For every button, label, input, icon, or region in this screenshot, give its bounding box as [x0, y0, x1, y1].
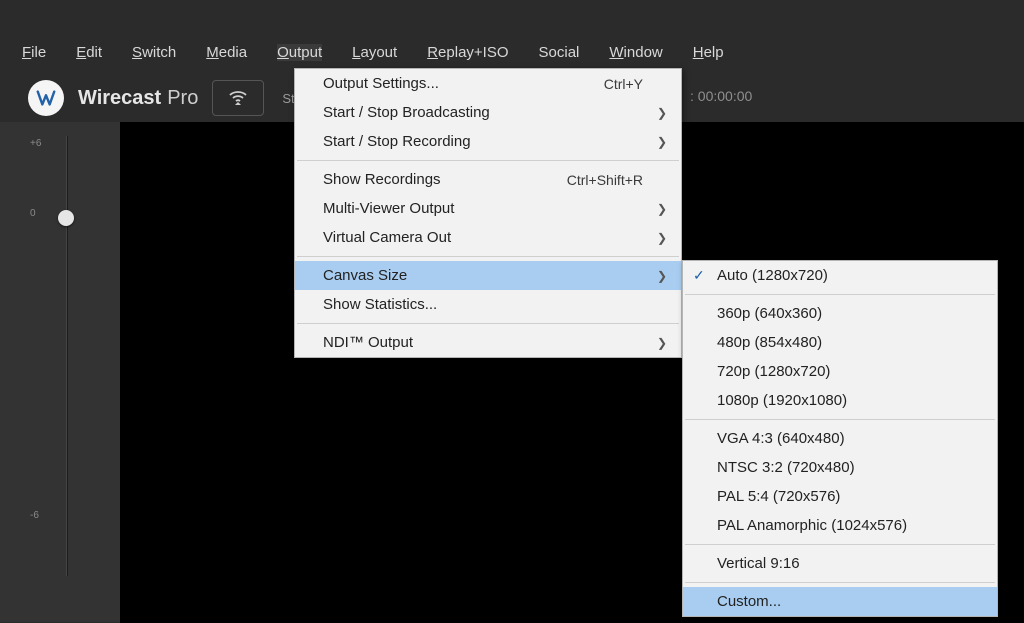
submenu-item-720p-1280x720[interactable]: 720p (1280x720): [683, 357, 997, 386]
submenu-item-vga-4-3-640x480[interactable]: VGA 4:3 (640x480): [683, 424, 997, 453]
menu-switch[interactable]: Switch: [132, 44, 176, 61]
submenu-item-1080p-1920x1080[interactable]: 1080p (1920x1080): [683, 386, 997, 415]
output-menu: Output Settings...Ctrl+YStart / Stop Bro…: [294, 68, 682, 358]
submenu-item-auto-1280x720[interactable]: ✓ Auto (1280x720): [683, 261, 997, 290]
toolbar: Wirecast Pro St: [28, 78, 295, 118]
check-icon: ✓: [693, 267, 705, 284]
menu-separator: [297, 323, 679, 324]
submenu-item-480p-854x480[interactable]: 480p (854x480): [683, 328, 997, 357]
audio-tick: 0: [30, 208, 36, 219]
audio-slider-track[interactable]: [66, 136, 68, 576]
menu-item-virtual-camera-out[interactable]: Virtual Camera Out❯: [295, 223, 681, 252]
submenu-item-label: Auto (1280x720): [717, 267, 828, 284]
menu-item-label: Output Settings...: [323, 75, 604, 92]
submenu-item-label: PAL Anamorphic (1024x576): [717, 517, 907, 534]
canvas-size-submenu: ✓ Auto (1280x720) 360p (640x360) 480p (854x…: [682, 260, 998, 617]
submenu-item-label: 360p (640x360): [717, 305, 822, 322]
submenu-item-label: Vertical 9:16: [717, 555, 800, 572]
chevron-right-icon: ❯: [657, 202, 667, 216]
submenu-item-vertical-9-16[interactable]: Vertical 9:16: [683, 549, 997, 578]
menu-separator: [685, 582, 995, 583]
status-prefix: St: [282, 91, 294, 106]
menu-item-label: Show Recordings: [323, 171, 567, 188]
app-title: Wirecast Pro: [78, 87, 198, 110]
app-title-suffix: Pro: [167, 87, 198, 110]
menu-separator: [297, 256, 679, 257]
menu-item-show-statistics[interactable]: Show Statistics...: [295, 290, 681, 319]
timecode-display: : 00:00:00: [690, 88, 752, 104]
menu-media[interactable]: Media: [206, 44, 247, 61]
submenu-item-label: Custom...: [717, 593, 781, 610]
chevron-right-icon: ❯: [657, 231, 667, 245]
menu-item-multi-viewer-output[interactable]: Multi-Viewer Output❯: [295, 194, 681, 223]
menu-replay-iso[interactable]: Replay+ISO: [427, 44, 508, 61]
menu-file[interactable]: File: [22, 44, 46, 61]
menu-item-ndi-output[interactable]: NDI™ Output❯: [295, 328, 681, 357]
menu-item-label: Show Statistics...: [323, 296, 665, 313]
submenu-item-pal-5-4-720x576[interactable]: PAL 5:4 (720x576): [683, 482, 997, 511]
submenu-item-label: PAL 5:4 (720x576): [717, 488, 840, 505]
menu-layout[interactable]: Layout: [352, 44, 397, 61]
menu-item-label: Start / Stop Broadcasting: [323, 104, 665, 121]
audio-rail: » +60-6: [0, 122, 120, 622]
app-logo-icon: [28, 80, 64, 116]
menu-edit[interactable]: Edit: [76, 44, 102, 61]
audio-tick: +6: [30, 138, 41, 149]
timecode-text: : 00:00:00: [690, 88, 752, 104]
audio-slider-knob[interactable]: [58, 210, 74, 226]
app-title-name: Wirecast: [78, 87, 161, 110]
chevron-right-icon: ❯: [657, 135, 667, 149]
menu-social[interactable]: Social: [539, 44, 580, 61]
menu-item-start-stop-broadcasting[interactable]: Start / Stop Broadcasting❯: [295, 98, 681, 127]
menu-item-label: Canvas Size: [323, 267, 665, 284]
menu-item-start-stop-recording[interactable]: Start / Stop Recording❯: [295, 127, 681, 156]
submenu-item-label: 480p (854x480): [717, 334, 822, 351]
chevron-right-icon: ❯: [657, 336, 667, 350]
menu-separator: [297, 160, 679, 161]
menu-item-canvas-size[interactable]: Canvas Size❯: [295, 261, 681, 290]
menu-item-label: NDI™ Output: [323, 334, 665, 351]
menu-separator: [685, 544, 995, 545]
menu-separator: [685, 294, 995, 295]
chevron-right-icon: ❯: [657, 269, 667, 283]
menu-item-label: Start / Stop Recording: [323, 133, 665, 150]
submenu-item-label: 1080p (1920x1080): [717, 392, 847, 409]
menu-item-label: Virtual Camera Out: [323, 229, 665, 246]
submenu-item-custom[interactable]: Custom...: [683, 587, 997, 616]
menubar: File Edit Switch Media Output Layout Replay+IS…: [0, 34, 1024, 70]
submenu-item-pal-anamorphic-1024x576[interactable]: PAL Anamorphic (1024x576): [683, 511, 997, 540]
submenu-item-label: 720p (1280x720): [717, 363, 830, 380]
menu-output[interactable]: Output: [277, 44, 322, 61]
menu-item-label: Multi-Viewer Output: [323, 200, 665, 217]
submenu-item-label: NTSC 3:2 (720x480): [717, 459, 855, 476]
menu-item-shortcut: Ctrl+Y: [604, 76, 665, 92]
menu-separator: [685, 419, 995, 420]
submenu-item-label: VGA 4:3 (640x480): [717, 430, 845, 447]
menu-item-shortcut: Ctrl+Shift+R: [567, 172, 665, 188]
submenu-item-360p-640x360[interactable]: 360p (640x360): [683, 299, 997, 328]
chevron-right-icon: ❯: [657, 106, 667, 120]
audio-tick: -6: [30, 510, 39, 521]
wifi-icon: [226, 86, 250, 110]
menu-help[interactable]: Help: [693, 44, 724, 61]
submenu-item-ntsc-3-2-720x480[interactable]: NTSC 3:2 (720x480): [683, 453, 997, 482]
menu-item-show-recordings[interactable]: Show RecordingsCtrl+Shift+R: [295, 165, 681, 194]
app-window: File Edit Switch Media Output Layout Replay+IS…: [0, 0, 1024, 623]
stream-button[interactable]: [212, 80, 264, 116]
menu-item-output-settings[interactable]: Output Settings...Ctrl+Y: [295, 69, 681, 98]
menu-window[interactable]: Window: [609, 44, 662, 61]
